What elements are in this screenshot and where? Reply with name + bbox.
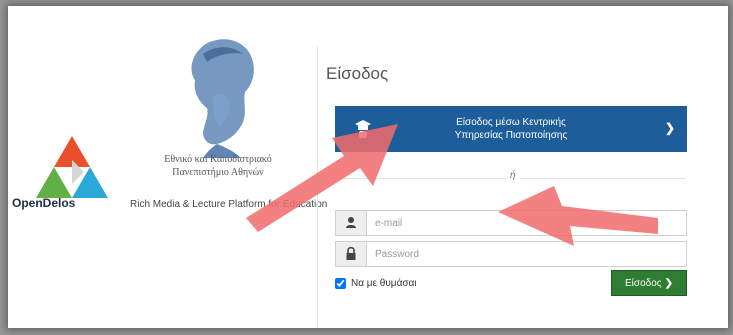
cas-login-button[interactable]: Είσοδος μέσω Κεντρικής Υπηρεσίας Πιστοπο… [335,106,687,152]
email-input[interactable] [367,211,685,235]
opendelos-logo-icon [36,136,108,198]
cas-button-line1: Είσοδος μέσω Κεντρικής [456,117,566,128]
or-separator-text: ή [506,170,520,181]
university-name-line2: Πανεπιστήμιο Αθηνών [172,167,264,178]
cas-button-line2: Υπηρεσίας Πιστοποίησης [454,130,568,141]
university-seal [191,39,254,158]
brand-tagline: Rich Media & Lecture Platform for Educat… [130,199,328,210]
user-icon [336,211,367,235]
login-page: Εθνικό και Καποδιστριακό Πανεπιστήμιο Αθ… [8,6,728,328]
remember-me[interactable]: Να με θυμάσαι [335,278,417,289]
remember-me-label: Να με θυμάσαι [351,278,417,289]
login-submit-button[interactable]: Είσοδος ❯ [611,270,687,296]
email-field [335,210,687,236]
vertical-divider [317,46,318,328]
brand-name: OpenDelos [12,196,76,210]
remember-me-checkbox[interactable] [335,278,346,289]
graduation-cap-icon [355,120,371,138]
password-input[interactable] [367,242,685,266]
page-title: Είσοδος [326,64,389,83]
chevron-right-icon: ❯ [664,277,673,289]
password-field [335,241,687,267]
cas-button-label: Είσοδος μέσω Κεντρικής Υπηρεσίας Πιστοπο… [395,116,627,142]
chevron-right-icon: ❯ [664,121,675,135]
submit-button-label: Είσοδος [625,277,662,289]
university-name-line1: Εθνικό και Καποδιστριακό [164,154,272,165]
lock-icon [336,242,367,266]
